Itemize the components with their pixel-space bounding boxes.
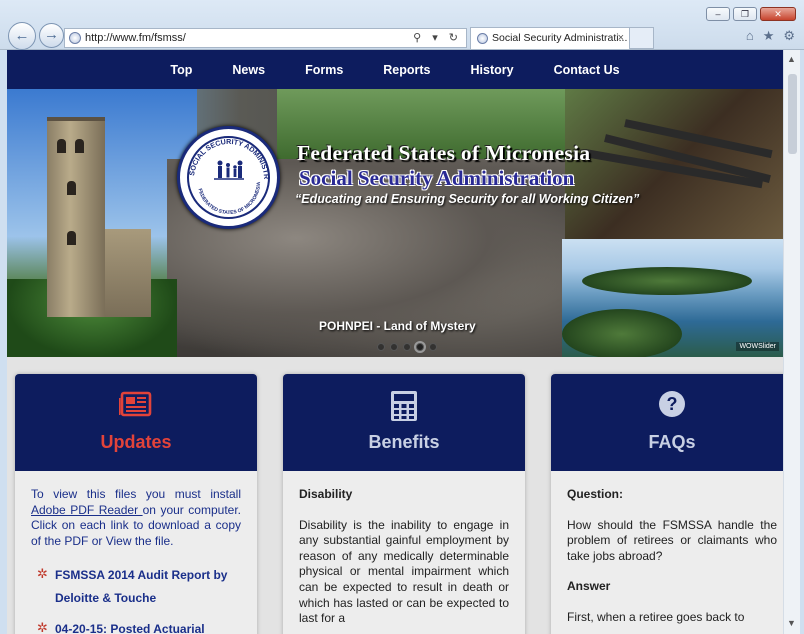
benefits-card: Benefits Disability Disability is the in… <box>283 374 525 634</box>
list-item[interactable]: ✲ 04-20-15: Posted Actuarial <box>31 618 241 634</box>
question-circle-icon: ? <box>659 391 685 417</box>
benefits-card-body: Disability Disability is the inability t… <box>283 471 525 627</box>
bell-tower-image <box>47 117 105 317</box>
list-item[interactable]: ✲ FSMSSA 2014 Audit Report by Deloitte & … <box>31 564 241 610</box>
tab-favicon-icon <box>477 33 488 44</box>
gear-bullet-icon: ✲ <box>37 566 48 582</box>
page-viewport: Top News Forms Reports History Contact U… <box>7 50 783 634</box>
maximize-button[interactable]: ❐ <box>733 7 757 21</box>
benefits-heading: Benefits <box>368 432 440 452</box>
slider-dots <box>377 343 437 351</box>
scroll-up-icon[interactable]: ▲ <box>787 54 796 64</box>
slider-watermark: WOWSlider <box>736 342 779 351</box>
updates-list: ✲ FSMSSA 2014 Audit Report by Deloitte & … <box>31 564 241 634</box>
browser-tab[interactable]: Social Security Administrati... × <box>470 27 630 49</box>
slider-dot-active[interactable] <box>416 343 424 351</box>
slider-dot[interactable] <box>403 343 411 351</box>
update-link[interactable]: 04-20-15: Posted Actuarial <box>55 622 205 634</box>
address-bar[interactable]: http://www.fm/fsmss/ ⚲ ▾ ↻ <box>64 28 467 48</box>
top-navigation: Top News Forms Reports History Contact U… <box>7 50 783 89</box>
updates-intro-text: To view this files you must install <box>31 487 241 501</box>
benefits-section-title: Disability <box>299 487 353 501</box>
updates-heading: Updates <box>100 432 172 452</box>
machinery-image <box>565 89 783 239</box>
calculator-icon <box>391 391 417 421</box>
toolbar-icons: ⌂ ★ ⚙ <box>746 28 795 44</box>
nav-item-reports[interactable]: Reports <box>363 63 450 77</box>
home-icon[interactable]: ⌂ <box>746 28 754 44</box>
church-image <box>105 229 151 317</box>
vertical-scrollbar[interactable]: ▲ ▼ <box>783 50 800 634</box>
favorites-star-icon[interactable]: ★ <box>763 28 775 44</box>
nav-item-news[interactable]: News <box>212 63 285 77</box>
address-url[interactable]: http://www.fm/fsmss/ <box>85 29 186 47</box>
nav-item-history[interactable]: History <box>451 63 534 77</box>
site-favicon-icon <box>69 32 81 44</box>
tab-close-icon[interactable]: × <box>618 28 624 49</box>
updates-card-body: To view this files you must install Adob… <box>15 471 257 634</box>
slider-dot[interactable] <box>377 343 385 351</box>
adobe-pdf-reader-link[interactable]: Adobe PDF Reader <box>31 503 143 517</box>
window-controls: – ❐ ✕ <box>706 7 796 21</box>
banner-subtitle: Social Security Administration <box>299 166 575 190</box>
faqs-card: ? FAQs Question: How should the FSMSSA h… <box>551 374 783 634</box>
faq-answer-label: Answer <box>567 579 611 594</box>
tab-title[interactable]: Social Security Administrati... <box>492 28 627 49</box>
updates-card-header: Updates <box>15 374 257 471</box>
ssa-seal-logo: SOCIAL SECURITY ADMINISTRATION FEDERATED… <box>177 126 280 229</box>
svg-text:?: ? <box>667 394 678 414</box>
faq-question-label: Question: <box>567 487 623 501</box>
seal-ring <box>187 136 270 219</box>
close-window-button[interactable]: ✕ <box>760 7 796 21</box>
minimize-button[interactable]: – <box>706 7 730 21</box>
faqs-heading: FAQs <box>648 432 696 452</box>
updates-intro: To view this files you must install Adob… <box>31 487 241 549</box>
update-link[interactable]: FSMSSA 2014 Audit Report by Deloitte & T… <box>55 568 227 605</box>
faq-question-text: How should the FSMSSA handle the problem… <box>567 517 777 563</box>
hero-slider[interactable]: SOCIAL SECURITY ADMINISTRATION FEDERATED… <box>7 89 783 357</box>
nav-item-forms[interactable]: Forms <box>285 63 363 77</box>
gear-bullet-icon: ✲ <box>37 620 48 634</box>
address-controls[interactable]: ⚲ ▾ ↻ <box>413 29 462 47</box>
newspaper-icon <box>119 391 152 417</box>
slider-dot[interactable] <box>429 343 437 351</box>
slider-dot[interactable] <box>390 343 398 351</box>
feature-cards: Updates To view this files you must inst… <box>7 357 783 634</box>
browser-chrome: – ❐ ✕ ← → http://www.fm/fsmss/ ⚲ ▾ ↻ Soc… <box>0 0 804 50</box>
updates-card: Updates To view this files you must inst… <box>15 374 257 634</box>
nav-item-top[interactable]: Top <box>150 63 212 77</box>
banner-title: Federated States of Micronesia <box>297 141 591 165</box>
slide-caption: POHNPEI - Land of Mystery <box>319 319 476 333</box>
nav-item-contact-us[interactable]: Contact Us <box>534 63 640 77</box>
scroll-down-icon[interactable]: ▼ <box>787 618 796 628</box>
forward-button[interactable]: → <box>39 23 64 48</box>
faqs-card-header: ? FAQs <box>551 374 783 471</box>
new-tab-button[interactable] <box>630 27 654 49</box>
back-button[interactable]: ← <box>8 22 36 50</box>
faqs-card-body: Question: How should the FSMSSA handle t… <box>551 471 783 626</box>
benefits-card-header: Benefits <box>283 374 525 471</box>
scrollbar-thumb[interactable] <box>788 74 797 154</box>
banner-tagline: “Educating and Ensuring Security for all… <box>295 192 640 206</box>
settings-gear-icon[interactable]: ⚙ <box>783 28 795 44</box>
sea-island-image <box>562 239 783 357</box>
faq-answer-text: First, when a retiree goes back to <box>567 609 745 624</box>
benefits-text: Disability is the inability to engage in… <box>299 517 509 626</box>
